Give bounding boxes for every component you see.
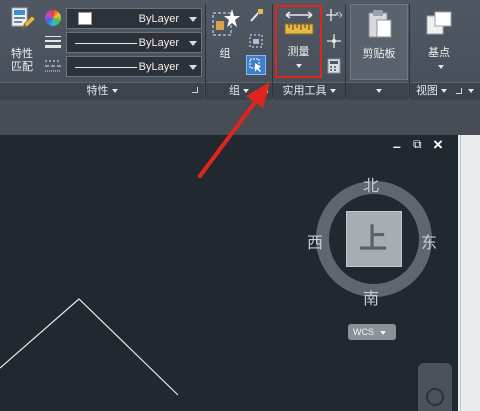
dialog-launcher-icon[interactable]: [456, 88, 462, 95]
group-button[interactable]: 组: [208, 4, 242, 70]
base-point-icon: [426, 11, 452, 35]
chevron-down-icon: [379, 330, 386, 335]
dialog-launcher-icon[interactable]: [262, 87, 268, 93]
ungroup-icon[interactable]: [248, 8, 264, 24]
wcs-menu[interactable]: WCS: [348, 324, 396, 340]
chevron-down-icon: [111, 89, 118, 94]
lineweight-combo-value: ByLayer: [138, 37, 179, 49]
steering-wheel-button[interactable]: [418, 363, 452, 411]
match-properties-button[interactable]: 特性 匹配: [4, 4, 40, 78]
base-point-button-label: 基点: [428, 47, 450, 59]
paste-icon: [368, 10, 392, 38]
color-combo[interactable]: ByLayer: [66, 8, 202, 29]
chevron-down-icon: [329, 89, 336, 94]
color-wheel-icon[interactable]: [45, 10, 61, 26]
linetype-icon[interactable]: [45, 60, 61, 72]
properties-panel-footer[interactable]: 特性: [0, 82, 204, 100]
minimize-viewport-icon[interactable]: –: [393, 138, 401, 154]
group-selection-toggle[interactable]: [246, 55, 266, 75]
color-combo-value: ByLayer: [138, 13, 179, 25]
drawing-canvas[interactable]: – ⧉ × 上 北 南 东 西 WCS: [0, 135, 458, 411]
line-sample: [75, 67, 137, 68]
restore-viewport-icon[interactable]: ⧉: [413, 137, 422, 152]
chevron-down-icon: [243, 89, 249, 94]
measure-highlight-box: [275, 5, 322, 78]
group-edit-icon[interactable]: [248, 33, 264, 49]
close-viewport-icon[interactable]: ×: [433, 135, 443, 155]
lineweight-combo[interactable]: ByLayer: [66, 32, 202, 53]
quick-select-icon[interactable]: [326, 33, 342, 49]
color-swatch: [78, 12, 92, 25]
compass-east[interactable]: 东: [421, 229, 437, 253]
compass-west[interactable]: 西: [307, 229, 323, 253]
view-panel-footer[interactable]: 视图: [410, 82, 480, 100]
clipboard-button-label: 剪贴板: [362, 48, 396, 60]
linetype-combo[interactable]: ByLayer: [66, 56, 202, 77]
chevron-down-icon: [468, 89, 475, 94]
linetype-combo-value: ByLayer: [138, 61, 179, 73]
clipboard-panel-footer[interactable]: [346, 82, 408, 100]
ribbon: 特性 匹配 ByLayer ByLayer ByLayer 特性 组 组 测量 …: [0, 0, 480, 103]
view-panel-title: 视图: [415, 85, 438, 97]
select-cursor-icon: [249, 58, 261, 72]
clipboard-button[interactable]: 剪贴板: [350, 4, 408, 80]
wcs-label: WCS: [353, 327, 374, 337]
steering-wheel-icon: [426, 388, 444, 406]
group-panel-title: 组: [229, 85, 240, 97]
chevron-down-icon: [438, 65, 444, 69]
chevron-down-icon: [189, 17, 197, 22]
utilities-panel-title: 实用工具: [282, 85, 327, 97]
right-scrollbar[interactable]: [458, 135, 480, 411]
lineweight-icon[interactable]: [45, 36, 61, 48]
chevron-down-icon: [440, 89, 447, 94]
compass-south[interactable]: 南: [363, 285, 379, 309]
viewcube-face-label: 上: [359, 222, 388, 255]
scrollbar-edge: [460, 135, 461, 411]
chevron-down-icon: [375, 89, 382, 94]
utilities-panel-footer[interactable]: 实用工具: [273, 82, 345, 100]
compass-north[interactable]: 北: [363, 172, 379, 196]
id-point-icon[interactable]: xy: [326, 8, 342, 24]
group-button-label: 组: [219, 48, 231, 60]
chevron-down-icon: [189, 41, 197, 46]
chevron-down-icon: [189, 65, 197, 70]
dialog-launcher-icon[interactable]: [192, 87, 198, 93]
match-properties-icon: [11, 7, 36, 30]
calculator-icon[interactable]: [327, 58, 341, 74]
line-sample: [75, 43, 137, 44]
svg-text:xy: xy: [335, 10, 342, 18]
properties-panel-title: 特性: [86, 85, 109, 97]
group-icon: [212, 9, 240, 36]
file-tab-strip: [0, 103, 480, 135]
match-properties-label: 特性 匹配: [11, 48, 33, 73]
base-point-button[interactable]: 基点: [412, 6, 466, 78]
